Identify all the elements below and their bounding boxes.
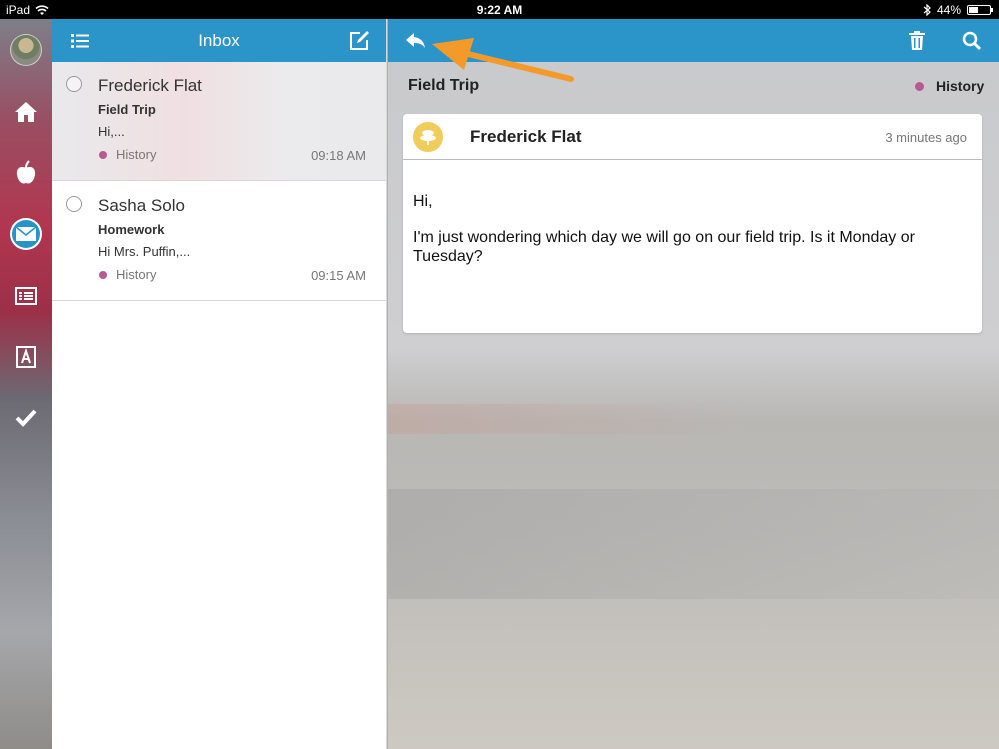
- status-right: 44%: [923, 3, 993, 17]
- user-avatar[interactable]: [10, 34, 42, 66]
- nav-rail: [0, 19, 52, 749]
- contacts-icon[interactable]: [10, 341, 42, 373]
- battery-icon: [967, 5, 993, 15]
- bluetooth-icon: [923, 4, 931, 16]
- message-preview: Hi,...: [98, 124, 125, 139]
- background-photo-band: [388, 404, 748, 434]
- message-time: 09:15 AM: [311, 268, 366, 283]
- message-time: 3 minutes ago: [885, 130, 967, 145]
- message-preview: Hi Mrs. Puffin,...: [98, 244, 191, 259]
- inbox-header: Inbox: [52, 19, 386, 62]
- reader-header: [388, 19, 999, 62]
- battery-level: [969, 7, 978, 13]
- message-time: 09:18 AM: [311, 148, 366, 163]
- reader-panel: Field Trip History Frederick Flat 3 minu…: [387, 19, 999, 749]
- mail-icon[interactable]: [10, 218, 42, 250]
- message-row[interactable]: Sasha Solo Homework Hi Mrs. Puffin,... H…: [52, 182, 386, 301]
- check-icon[interactable]: [10, 402, 42, 434]
- trash-icon[interactable]: [905, 29, 929, 53]
- sender-avatar: [413, 122, 443, 152]
- reader-tag[interactable]: History: [936, 78, 984, 94]
- select-radio[interactable]: [66, 196, 82, 212]
- tag-dot: [99, 271, 107, 279]
- message-subject: Field Trip: [98, 102, 156, 117]
- select-radio[interactable]: [66, 76, 82, 92]
- compose-icon[interactable]: [347, 29, 371, 53]
- message-sender: Sasha Solo: [98, 196, 185, 215]
- background-photo-band: [388, 489, 999, 599]
- message-greeting: Hi,: [413, 193, 433, 210]
- list-icon[interactable]: [10, 280, 42, 312]
- message-sender: Frederick Flat: [470, 127, 582, 146]
- home-icon[interactable]: [10, 96, 42, 128]
- message-text: I'm just wondering which day we will go …: [413, 229, 915, 265]
- reply-icon[interactable]: [404, 29, 428, 53]
- message-card: Frederick Flat 3 minutes ago Hi, I'm jus…: [403, 114, 982, 333]
- message-subject: Homework: [98, 222, 165, 237]
- message-tag: History: [116, 147, 157, 162]
- inbox-panel: Inbox Frederick Flat Field Trip Hi,... H…: [52, 19, 386, 749]
- reader-subject: Field Trip: [408, 77, 480, 94]
- message-card-header: Frederick Flat 3 minutes ago: [403, 114, 982, 160]
- battery-percent: 44%: [936, 3, 961, 17]
- apple-icon[interactable]: [10, 157, 42, 189]
- tag-dot: [99, 151, 107, 159]
- status-bar: iPad 9:22 AM 44%: [0, 0, 999, 19]
- status-time: 9:22 AM: [476, 3, 523, 17]
- search-icon[interactable]: [960, 29, 984, 53]
- inbox-title: Inbox: [198, 31, 240, 50]
- message-tag: History: [116, 267, 157, 282]
- tag-dot: [915, 82, 924, 91]
- message-sender: Frederick Flat: [98, 76, 202, 95]
- tree-icon: [420, 130, 436, 145]
- message-body: Hi, I'm just wondering which day we will…: [413, 192, 958, 283]
- message-row[interactable]: Frederick Flat Field Trip Hi,... History…: [52, 62, 386, 181]
